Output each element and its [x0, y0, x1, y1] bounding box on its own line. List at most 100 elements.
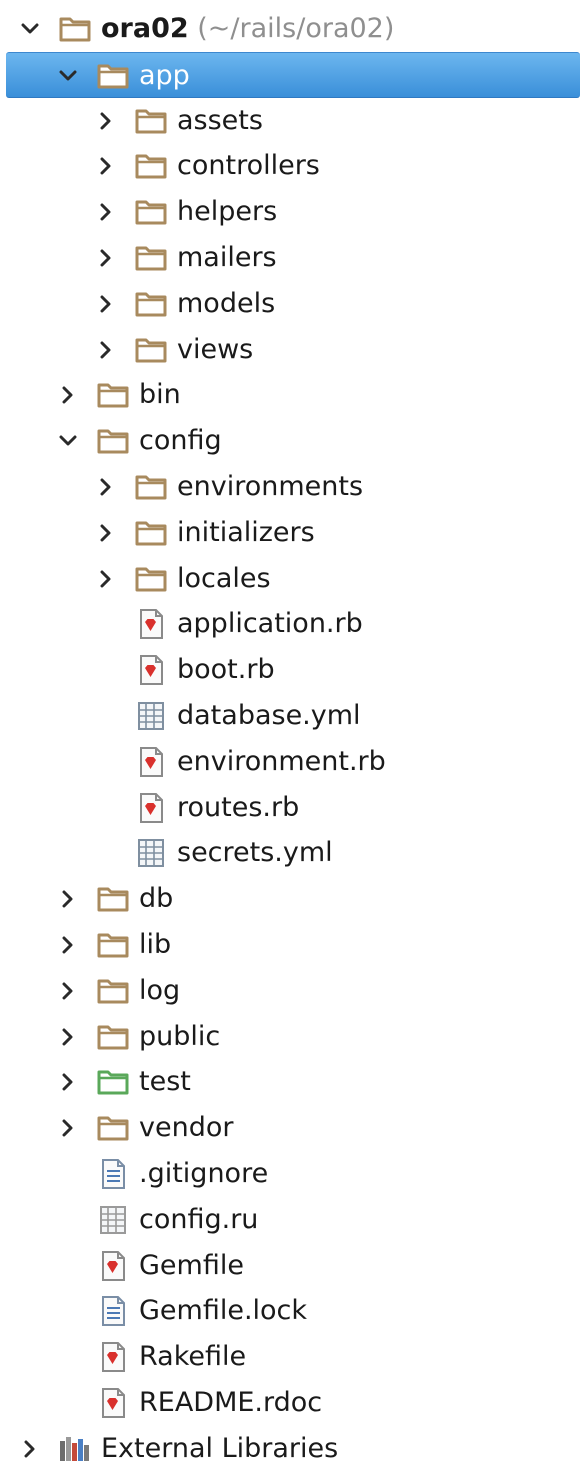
tree-item-label: Gemfile.lock: [139, 1288, 307, 1334]
tree-folder-app[interactable]: app: [6, 51, 580, 99]
tree-item-name: environments: [177, 471, 364, 502]
text-file-icon: [96, 1158, 130, 1190]
folder-icon: [134, 105, 168, 137]
tree-item-name: helpers: [177, 196, 278, 228]
tree-item-label: config: [139, 418, 222, 464]
chevron-right-icon[interactable]: [94, 464, 118, 510]
tree-item-name: config.ru: [139, 1203, 259, 1235]
chevron-right-icon[interactable]: [56, 876, 80, 922]
tree-file-routes-rb[interactable]: routes.rb: [0, 785, 581, 831]
ruby-file-icon: [134, 746, 168, 778]
chevron-right-icon[interactable]: [18, 1426, 42, 1472]
tree-item-label: application.rb: [177, 601, 363, 647]
folder-icon: [134, 471, 168, 503]
chevron-right-icon[interactable]: [94, 98, 118, 144]
tree-item-name: views: [177, 333, 254, 365]
tree-folder-log[interactable]: log: [0, 968, 581, 1014]
tree-file-environment-rb[interactable]: environment.rb: [0, 739, 581, 785]
chevron-right-icon[interactable]: [56, 1059, 80, 1105]
chevron-right-icon[interactable]: [94, 327, 118, 373]
tree-item-label: models: [177, 281, 275, 327]
tree-folder-vendor[interactable]: vendor: [0, 1105, 581, 1151]
tree-item-label: controllers: [177, 143, 320, 189]
tree-item-label: environment.rb: [177, 739, 386, 785]
chevron-right-icon[interactable]: [56, 1014, 80, 1060]
tree-folder-views[interactable]: views: [0, 327, 581, 373]
tree-item-label: Rakefile: [139, 1334, 246, 1380]
tree-file-rakefile[interactable]: Rakefile: [0, 1334, 581, 1380]
tree-folder-environments[interactable]: environments: [0, 464, 581, 510]
tree-folder-bin[interactable]: bin: [0, 372, 581, 418]
folder-icon: [96, 425, 130, 457]
tree-file-config-ru[interactable]: config.ru: [0, 1197, 581, 1243]
tree-file-gemfile-lock[interactable]: Gemfile.lock: [0, 1288, 581, 1334]
tree-file-external-libraries[interactable]: External Libraries: [0, 1426, 581, 1472]
tree-file-boot-rb[interactable]: boot.rb: [0, 647, 581, 693]
tree-item-label: secrets.yml: [177, 830, 333, 876]
folder-icon: [134, 334, 168, 366]
chevron-right-icon[interactable]: [94, 556, 118, 602]
folder-icon: [134, 517, 168, 549]
tree-folder-public[interactable]: public: [0, 1014, 581, 1060]
tree-file-application-rb[interactable]: application.rb: [0, 601, 581, 647]
tree-item-name: vendor: [139, 1112, 234, 1144]
tree-file-gemfile[interactable]: Gemfile: [0, 1243, 581, 1289]
tree-item-label: initializers: [177, 510, 315, 556]
tree-folder-assets[interactable]: assets: [0, 98, 581, 144]
tree-folder-config[interactable]: config: [0, 418, 581, 464]
tree-folder-locales[interactable]: locales: [0, 556, 581, 602]
tree-folder-db[interactable]: db: [0, 876, 581, 922]
folder-icon: [96, 1112, 130, 1144]
tree-item-label: README.rdoc: [139, 1380, 322, 1426]
tree-item-label: app: [139, 53, 190, 99]
tree-item-label: config.ru: [139, 1197, 258, 1243]
tree-item-name: application.rb: [177, 608, 363, 640]
tree-item-label: environments: [177, 464, 363, 510]
chevron-right-icon[interactable]: [94, 235, 118, 281]
tree-item-label: test: [139, 1059, 191, 1105]
tree-folder-test[interactable]: test: [0, 1059, 581, 1105]
tree-item-name: assets: [177, 104, 263, 136]
tree-folder-initializers[interactable]: initializers: [0, 510, 581, 556]
folder-icon: [96, 379, 130, 411]
tree-file-secrets-yml[interactable]: secrets.yml: [0, 830, 581, 876]
tree-folder-ora02[interactable]: ora02 (~/rails/ora02): [0, 6, 581, 52]
tree-folder-controllers[interactable]: controllers: [0, 143, 581, 189]
tree-item-label: mailers: [177, 235, 277, 281]
folder-icon: [134, 150, 168, 182]
tree-item-label: bin: [139, 372, 181, 418]
chevron-right-icon[interactable]: [56, 968, 80, 1014]
tree-folder-mailers[interactable]: mailers: [0, 235, 581, 281]
ruby-file-icon: [96, 1341, 130, 1373]
chevron-right-icon[interactable]: [56, 922, 80, 968]
project-path: (~/rails/ora02): [188, 13, 395, 44]
tree-file-database-yml[interactable]: database.yml: [0, 693, 581, 739]
tree-item-name: log: [139, 974, 181, 1006]
tree-file-gitignore[interactable]: .gitignore: [0, 1151, 581, 1197]
folder-icon: [58, 13, 92, 45]
chevron-right-icon[interactable]: [94, 281, 118, 327]
tree-folder-helpers[interactable]: helpers: [0, 189, 581, 235]
tree-item-name: .gitignore: [139, 1158, 269, 1189]
chevron-down-icon[interactable]: [56, 53, 80, 99]
folder-icon: [134, 288, 168, 320]
chevron-right-icon[interactable]: [94, 143, 118, 189]
tree-item-name: Gemfile.lock: [139, 1295, 308, 1327]
tree-item-label: Gemfile: [139, 1243, 244, 1289]
chevron-down-icon[interactable]: [56, 418, 80, 464]
tree-item-label: public: [139, 1014, 220, 1060]
tree-file-readme-rdoc[interactable]: README.rdoc: [0, 1380, 581, 1426]
chevron-right-icon[interactable]: [56, 1105, 80, 1151]
chevron-right-icon[interactable]: [94, 189, 118, 235]
tree-item-label: ora02 (~/rails/ora02): [101, 6, 394, 52]
library-icon: [58, 1433, 92, 1465]
tree-folder-lib[interactable]: lib: [0, 922, 581, 968]
tree-item-label: .gitignore: [139, 1151, 268, 1197]
project-tree: ora02 (~/rails/ora02) app assets control…: [0, 0, 581, 1468]
chevron-right-icon[interactable]: [94, 510, 118, 556]
tree-folder-models[interactable]: models: [0, 281, 581, 327]
chevron-right-icon[interactable]: [56, 372, 80, 418]
ruby-file-icon: [134, 608, 168, 640]
tree-item-name: External Libraries: [101, 1432, 339, 1464]
chevron-down-icon[interactable]: [18, 6, 42, 52]
